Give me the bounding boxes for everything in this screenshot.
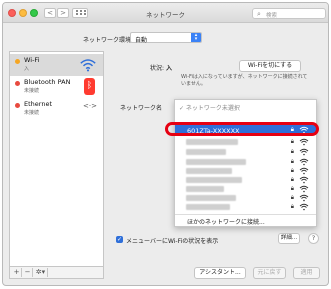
blurred-network-name <box>186 159 246 165</box>
lock-icon: 🔒︎ <box>290 185 294 192</box>
selection-highlight-oval <box>165 122 319 136</box>
network-item[interactable]: 🔒︎ <box>175 147 316 157</box>
remove-service-button[interactable]: − <box>23 268 33 277</box>
service-name: Ethernet <box>24 100 52 108</box>
network-dropdown-menu: ✓ ネットワーク未選択 601ZTa-XXXXXX 🔒︎ 🔒︎ 🔒︎ 🔒︎ 🔒︎… <box>174 99 317 227</box>
gear-icon[interactable]: ✲▾ <box>34 268 48 277</box>
lock-icon: 🔒︎ <box>290 167 294 174</box>
apply-button[interactable]: 適用 <box>293 267 320 279</box>
status-label: 状況: <box>150 65 165 72</box>
revert-button[interactable]: 元に戻す <box>253 267 286 279</box>
wifi-signal-icon <box>299 203 309 211</box>
location-select[interactable]: 自動 ▴ ▾ <box>130 32 202 44</box>
status-description: Wi-Fiは入になっていますが、ネットワークに接続されていません。 <box>181 74 308 87</box>
service-list: Wi-Fi 入 Bluetooth PAN 未接続 ᛒ Ethernet 未接続… <box>9 51 104 279</box>
status-dot-icon <box>15 103 20 108</box>
lock-icon: 🔒︎ <box>290 194 294 201</box>
status-dot-icon <box>15 81 20 86</box>
add-service-button[interactable]: + <box>12 268 22 277</box>
service-status: 入 <box>24 66 30 72</box>
updown-arrows-icon: ▴ ▾ <box>191 33 201 42</box>
wifi-signal-icon <box>299 148 309 156</box>
advanced-button[interactable]: 詳細... <box>278 233 300 244</box>
show-wifi-status-checkbox[interactable]: ✓ <box>116 236 123 243</box>
wifi-signal-icon <box>299 138 309 146</box>
title-bar: < > ネットワーク ⌕ 検索 <box>3 3 328 23</box>
network-preferences-window: < > ネットワーク ⌕ 検索 ネットワーク環境: 自動 ▴▾ Wi-Fi 入 <box>2 2 329 286</box>
wifi-icon <box>80 59 96 72</box>
show-wifi-status-label: メニューバーにWi-Fiの状況を表示 <box>126 238 219 245</box>
lock-icon: 🔒︎ <box>290 148 294 155</box>
lock-icon: 🔒︎ <box>290 203 294 210</box>
service-status: 未接続 <box>24 110 40 116</box>
help-button[interactable]: ? <box>308 233 319 244</box>
location-value: 自動 <box>135 37 148 44</box>
assistant-button[interactable]: アシスタント... <box>194 267 246 279</box>
ethernet-icon: <·> <box>83 102 97 110</box>
blurred-network-name <box>186 149 226 155</box>
menu-separator <box>175 214 316 215</box>
lock-icon: 🔒︎ <box>290 158 294 165</box>
blurred-network-name <box>186 186 224 192</box>
status-dot-icon <box>15 59 20 64</box>
network-item[interactable]: 🔒︎ <box>175 202 316 212</box>
search-icon: ⌕ <box>257 10 261 18</box>
turn-wifi-off-button[interactable]: Wi-Fiを切にする <box>239 60 301 72</box>
search-field[interactable]: ⌕ 検索 <box>252 8 326 19</box>
lock-icon: 🔒︎ <box>290 176 294 183</box>
status-value: 入 <box>166 65 173 72</box>
no-network-selected-item[interactable]: ✓ ネットワーク未選択 <box>179 103 240 112</box>
search-placeholder: 検索 <box>266 13 278 19</box>
join-other-network-item[interactable]: ほかのネットワークに接続... <box>187 217 265 226</box>
sidebar-item-ethernet[interactable]: Ethernet 未接続 <·> <box>10 98 103 120</box>
wifi-signal-icon <box>299 158 309 166</box>
location-label: ネットワーク環境: <box>83 37 134 44</box>
network-item[interactable]: 🔒︎ <box>175 137 316 147</box>
wifi-signal-icon <box>299 194 309 202</box>
blurred-network-name <box>186 195 236 201</box>
service-status: 未接続 <box>24 88 40 94</box>
sidebar-footer: + − ✲▾ <box>10 266 103 278</box>
wifi-signal-icon <box>299 176 309 184</box>
bluetooth-icon: ᛒ <box>84 78 95 95</box>
lock-icon: 🔒︎ <box>290 138 294 145</box>
blurred-network-name <box>186 168 232 174</box>
service-name: Bluetooth PAN <box>24 78 71 86</box>
sidebar-item-wifi[interactable]: Wi-Fi 入 <box>10 54 103 76</box>
wifi-signal-icon <box>299 185 309 193</box>
wifi-signal-icon <box>299 167 309 175</box>
blurred-network-name <box>186 204 230 210</box>
service-name: Wi-Fi <box>24 56 40 64</box>
blurred-network-name <box>186 177 242 183</box>
network-name-label: ネットワーク名 <box>120 105 163 112</box>
sidebar-item-bluetooth-pan[interactable]: Bluetooth PAN 未接続 ᛒ <box>10 76 103 98</box>
blurred-network-name <box>186 139 238 145</box>
